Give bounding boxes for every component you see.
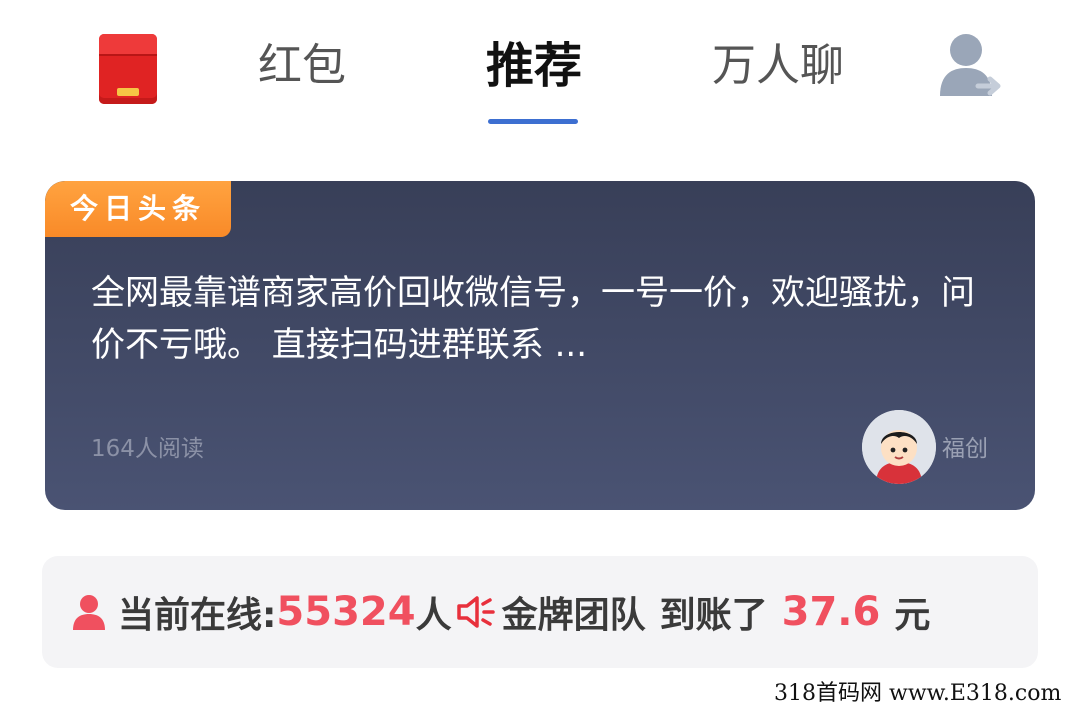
online-count: 55324 [276,589,416,635]
user-switch-icon[interactable] [938,30,1004,100]
arrived-text: 到账了 [659,595,768,636]
red-packet-icon[interactable] [99,34,157,104]
person-icon [73,595,105,630]
author-avatar[interactable] [862,410,936,484]
tab-wanrenliao[interactable]: 万人聊 [712,36,844,96]
online-count-unit: 人 [415,595,452,636]
headline-text[interactable]: 全网最靠谱商家高价回收微信号，一号一价，欢迎骚扰，问价不亏哦。 直接扫码进群联系… [91,267,996,371]
author-name[interactable]: 福创 [942,429,988,463]
tab-hongbao[interactable]: 红包 [258,36,346,96]
team-name: 金牌团队 [501,595,646,636]
top-navigation: 红包 推荐 万人聊 [0,0,1080,140]
tab-tuijian[interactable]: 推荐 [486,36,582,96]
currency-unit: 元 [894,595,931,636]
online-label: 当前在线: [118,595,277,636]
headline-badge: 今日头条 [45,181,231,237]
watermark: 318首码网 www.E318.com [770,675,1066,706]
headline-card[interactable]: 今日头条 全网最靠谱商家高价回收微信号，一号一价，欢迎骚扰，问价不亏哦。 直接扫… [45,181,1035,510]
speaker-icon [456,596,495,628]
arrived-amount: 37.6 [781,589,881,635]
online-status-bar: 当前在线: 55324 人 金牌团队 到账了 37.6 元 [42,556,1038,668]
read-count: 164人阅读 [91,436,204,462]
active-tab-indicator [488,119,578,124]
